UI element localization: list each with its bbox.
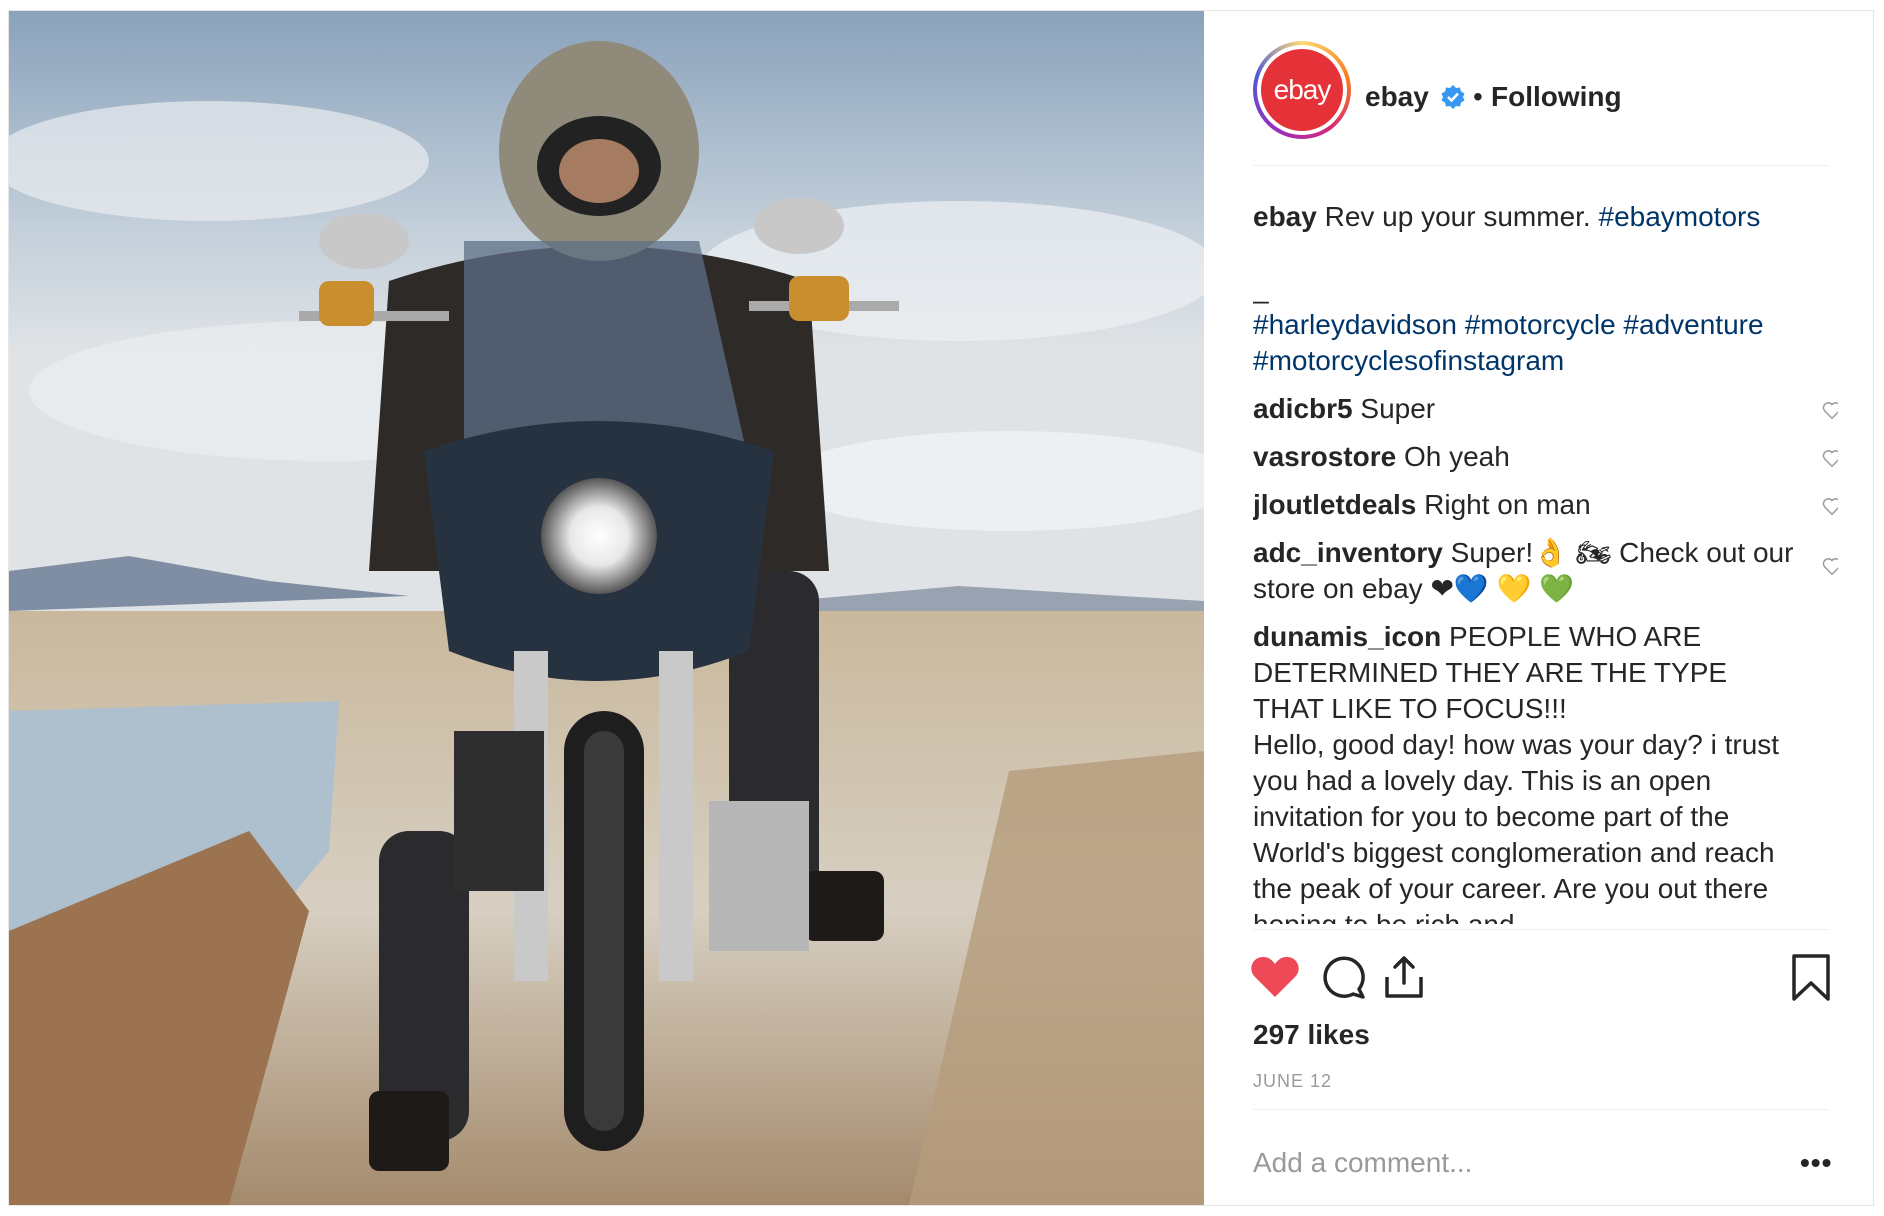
caption-username[interactable]: ebay bbox=[1253, 201, 1317, 232]
like-comment-heart-icon[interactable] bbox=[1821, 399, 1838, 421]
comment-item: vasrostore Oh yeah bbox=[1253, 439, 1838, 475]
comment-username[interactable]: jloutletdeals bbox=[1253, 489, 1416, 520]
like-comment-heart-icon[interactable] bbox=[1821, 555, 1838, 577]
divider bbox=[1253, 1109, 1829, 1110]
like-count[interactable]: 297 likes bbox=[1253, 1019, 1370, 1051]
comment-item: adicbr5 Super bbox=[1253, 391, 1838, 427]
comment-text: PEOPLE WHO ARE DETERMINED THEY ARE THE T… bbox=[1253, 621, 1780, 924]
hashtag-link[interactable]: #motorcyclesofinstagram bbox=[1253, 345, 1564, 376]
hashtag-link[interactable]: #adventure bbox=[1623, 309, 1763, 340]
verified-badge-icon bbox=[1441, 85, 1465, 109]
comment-text: Oh yeah bbox=[1403, 441, 1510, 472]
more-options-button[interactable]: ••• bbox=[1800, 1147, 1832, 1179]
comment-item: dunamis_icon PEOPLE WHO ARE DETERMINED T… bbox=[1253, 619, 1838, 924]
hashtag-link[interactable]: #motorcycle bbox=[1465, 309, 1616, 340]
comment-text: Super bbox=[1360, 393, 1436, 424]
like-comment-heart-icon[interactable] bbox=[1821, 447, 1838, 469]
liked-heart-icon[interactable] bbox=[1249, 953, 1301, 1001]
comment-item: adc_inventory Super!👌 🏍 Check out our st… bbox=[1253, 535, 1838, 607]
divider bbox=[1253, 929, 1829, 930]
comments-list[interactable]: ebay Rev up your summer. #ebaymotors _ #… bbox=[1253, 199, 1838, 924]
post-caption: ebay Rev up your summer. #ebaymotors _ #… bbox=[1253, 199, 1838, 379]
header-separator: • bbox=[1473, 81, 1483, 112]
avatar[interactable]: ebay bbox=[1261, 49, 1343, 131]
caption-dash: _ bbox=[1253, 273, 1269, 304]
post-date[interactable]: JUNE 12 bbox=[1253, 1071, 1332, 1092]
comment-username[interactable]: adc_inventory bbox=[1253, 537, 1443, 568]
avatar-border: ebay bbox=[1257, 45, 1347, 135]
story-ring[interactable]: ebay bbox=[1253, 41, 1351, 139]
post-sidebar: ebay ebay • Following ebay Rev up your s… bbox=[1205, 11, 1875, 1205]
post-image[interactable] bbox=[9, 11, 1204, 1205]
like-comment-heart-icon[interactable] bbox=[1821, 495, 1838, 517]
comment-username[interactable]: adicbr5 bbox=[1253, 393, 1353, 424]
avatar-logo-text: ebay bbox=[1273, 74, 1332, 105]
caption-text: Rev up your summer. bbox=[1324, 201, 1591, 232]
motorcycle-photo bbox=[9, 11, 1204, 1205]
comment-item: jloutletdeals Right on man bbox=[1253, 487, 1838, 523]
bookmark-icon[interactable] bbox=[1790, 953, 1832, 1003]
instagram-post: ebay ebay • Following ebay Rev up your s… bbox=[8, 10, 1874, 1206]
following-button[interactable]: Following bbox=[1491, 81, 1622, 113]
comment-icon[interactable] bbox=[1319, 953, 1367, 1001]
add-comment-input[interactable] bbox=[1253, 1147, 1753, 1179]
hashtag-link[interactable]: #harleydavidson bbox=[1253, 309, 1457, 340]
divider bbox=[1253, 165, 1829, 166]
comment-text: Right on man bbox=[1424, 489, 1591, 520]
comment-username[interactable]: vasrostore bbox=[1253, 441, 1396, 472]
comment-username[interactable]: dunamis_icon bbox=[1253, 621, 1441, 652]
username[interactable]: ebay bbox=[1365, 81, 1429, 113]
share-icon[interactable] bbox=[1380, 953, 1428, 1001]
hashtag-link[interactable]: #ebaymotors bbox=[1599, 201, 1761, 232]
post-header: ebay ebay • Following bbox=[1205, 11, 1875, 166]
